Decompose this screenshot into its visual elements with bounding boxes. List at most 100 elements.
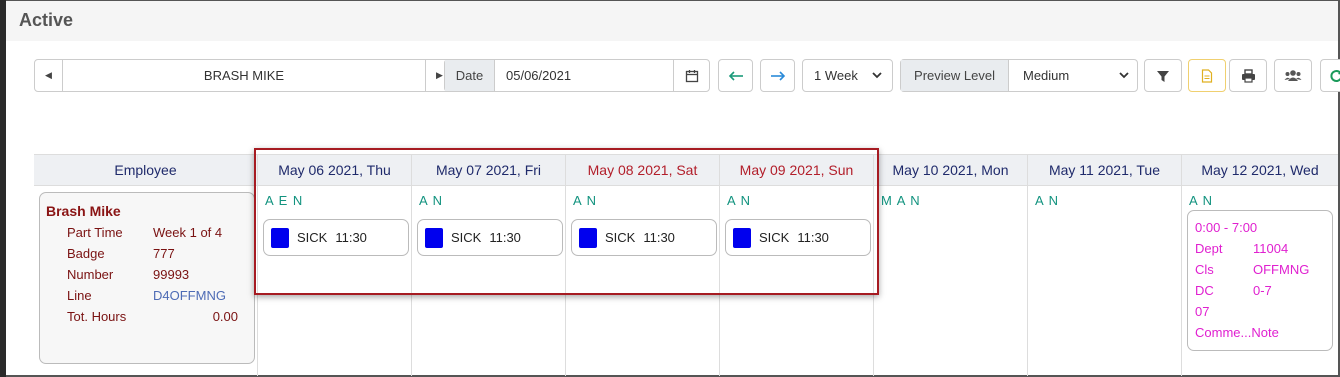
- day-codes: A N: [419, 193, 443, 208]
- group-button[interactable]: [1274, 59, 1312, 92]
- detail-dc-value: 0-7: [1253, 283, 1272, 298]
- page-title: Active: [19, 10, 74, 30]
- day-cell-fri[interactable]: A N SICK 11:30: [412, 186, 566, 376]
- shift-block[interactable]: SICK 11:30: [571, 219, 717, 256]
- number-value: 99993: [153, 267, 190, 282]
- employee-badge-row: Badge 777: [67, 246, 175, 261]
- refresh-icon: [1330, 69, 1340, 82]
- calendar-icon: [685, 69, 698, 82]
- line-value: D4OFFMNG: [153, 288, 226, 303]
- shift-type: SICK: [759, 230, 790, 245]
- shift-block[interactable]: SICK 11:30: [725, 219, 871, 256]
- range-select-value: 1 Week: [814, 68, 858, 83]
- total-hours-label: Tot. Hours: [67, 309, 127, 324]
- day-header-thu[interactable]: May 06 2021, Thu: [258, 155, 412, 186]
- employee-column-header: Employee: [34, 155, 258, 186]
- day-header-fri[interactable]: May 07 2021, Fri: [412, 155, 566, 186]
- employee-number-row: Number 99993: [67, 267, 189, 282]
- detail-dept-label: Dept: [1195, 241, 1223, 256]
- next-period-button[interactable]: [760, 59, 795, 92]
- filter-button[interactable]: [1144, 59, 1182, 92]
- caret-left-icon: ◀: [45, 70, 52, 80]
- preview-level-select[interactable]: Medium: [1009, 60, 1137, 91]
- badge-value: 777: [153, 246, 175, 261]
- day-cell-sun[interactable]: A N SICK 11:30: [720, 186, 874, 376]
- day-cell-tue[interactable]: A N: [1028, 186, 1182, 376]
- line-label: Line: [67, 288, 92, 303]
- detail-comment[interactable]: Comme...Note: [1195, 325, 1279, 340]
- arrow-right-icon: [770, 70, 785, 81]
- day-cell-wed[interactable]: A N 0:00 - 7:00 Dept 11004 Cls OFFMNG DC 0-…: [1182, 186, 1338, 376]
- badge-label: Badge: [67, 246, 105, 261]
- preview-level-group: Preview Level Medium: [900, 59, 1138, 92]
- day-codes: A N: [573, 193, 597, 208]
- document-button[interactable]: [1188, 59, 1226, 92]
- day-header-tue[interactable]: May 11 2021, Tue: [1028, 155, 1182, 186]
- employee-cell: Brash Mike Part Time Week 1 of 4 Badge 777…: [34, 186, 258, 376]
- schedule-grid: Employee May 06 2021, Thu May 07 2021, F…: [34, 154, 1338, 376]
- detail-cls-row: Cls OFFMNG: [1195, 262, 1309, 277]
- day-header-wed[interactable]: May 12 2021, Wed: [1182, 155, 1338, 186]
- day-header-mon[interactable]: May 10 2021, Mon: [874, 155, 1028, 186]
- detail-cls-label: Cls: [1195, 262, 1214, 277]
- shift-block[interactable]: SICK 11:30: [263, 219, 409, 256]
- shift-detail-card[interactable]: 0:00 - 7:00 Dept 11004 Cls OFFMNG DC 0-7 07…: [1187, 210, 1333, 351]
- preview-level-value: Medium: [1023, 68, 1070, 83]
- detail-dc-label: DC: [1195, 283, 1214, 298]
- shift-color-swatch: [425, 227, 443, 248]
- day-codes: M A N: [881, 193, 921, 208]
- day-cell-thu[interactable]: A E N SICK 11:30: [258, 186, 412, 376]
- detail-dept-row: Dept 11004: [1195, 241, 1288, 256]
- date-group: Date 05/06/2021: [444, 59, 710, 92]
- detail-dc-row: DC 0-7: [1195, 283, 1272, 298]
- date-input[interactable]: 05/06/2021: [495, 60, 673, 91]
- prev-employee-button[interactable]: ◀: [35, 60, 63, 91]
- users-icon: [1284, 70, 1302, 81]
- day-cell-sat[interactable]: A N SICK 11:30: [566, 186, 720, 376]
- part-time-label: Part Time: [67, 225, 123, 240]
- shift-color-swatch: [579, 227, 597, 248]
- detail-dc-extra: 07: [1195, 304, 1210, 319]
- day-codes: A N: [727, 193, 751, 208]
- employee-name-display[interactable]: BRASH MIKE: [63, 60, 425, 91]
- day-header-sat[interactable]: May 08 2021, Sat: [566, 155, 720, 186]
- shift-type: SICK: [297, 230, 328, 245]
- day-codes: A N: [1035, 193, 1059, 208]
- shift-type: SICK: [605, 230, 636, 245]
- day-codes: A E N: [265, 193, 304, 208]
- shift-time: 11:30: [335, 230, 367, 245]
- day-cell-mon[interactable]: M A N: [874, 186, 1028, 376]
- caret-right-icon: ▶: [436, 70, 443, 80]
- shift-type: SICK: [451, 230, 482, 245]
- schedule-panel: ◀ BRASH MIKE ▶ Date 05/06/2021 1 Week Pr…: [18, 41, 1340, 376]
- part-time-value: Week 1 of 4: [153, 225, 223, 240]
- previous-period-button[interactable]: [718, 59, 753, 92]
- chevron-down-icon: [872, 72, 882, 79]
- detail-cls-value: OFFMNG: [1253, 262, 1310, 277]
- detail-dept-value: 11004: [1253, 241, 1289, 256]
- refresh-button[interactable]: [1320, 59, 1340, 92]
- shift-time: 11:30: [489, 230, 521, 245]
- employee-part-time-row: Part Time Week 1 of 4: [67, 225, 222, 240]
- shift-block[interactable]: SICK 11:30: [417, 219, 563, 256]
- filter-icon: [1157, 70, 1169, 82]
- range-select[interactable]: 1 Week: [802, 59, 893, 92]
- total-hours-value: 0.00: [212, 309, 238, 324]
- arrow-left-icon: [728, 70, 743, 81]
- print-button[interactable]: [1229, 59, 1267, 92]
- shift-color-swatch: [733, 227, 751, 248]
- shift-color-swatch: [271, 227, 289, 248]
- calendar-button[interactable]: [673, 60, 709, 91]
- window-left-edge: [0, 0, 6, 377]
- employee-line-row: Line D4OFFMNG: [67, 288, 226, 303]
- day-codes: A N: [1189, 193, 1213, 208]
- detail-time: 0:00 - 7:00: [1195, 220, 1258, 235]
- day-header-sun[interactable]: May 09 2021, Sun: [720, 155, 874, 186]
- shift-time: 11:30: [643, 230, 675, 245]
- employee-card[interactable]: Brash Mike Part Time Week 1 of 4 Badge 777…: [39, 192, 255, 364]
- shift-time: 11:30: [797, 230, 829, 245]
- employee-hours-row: Tot. Hours 0.00: [67, 309, 238, 324]
- title-bar: Active: [6, 1, 1338, 41]
- chevron-down-icon: [1119, 72, 1129, 79]
- preview-level-label: Preview Level: [901, 60, 1009, 91]
